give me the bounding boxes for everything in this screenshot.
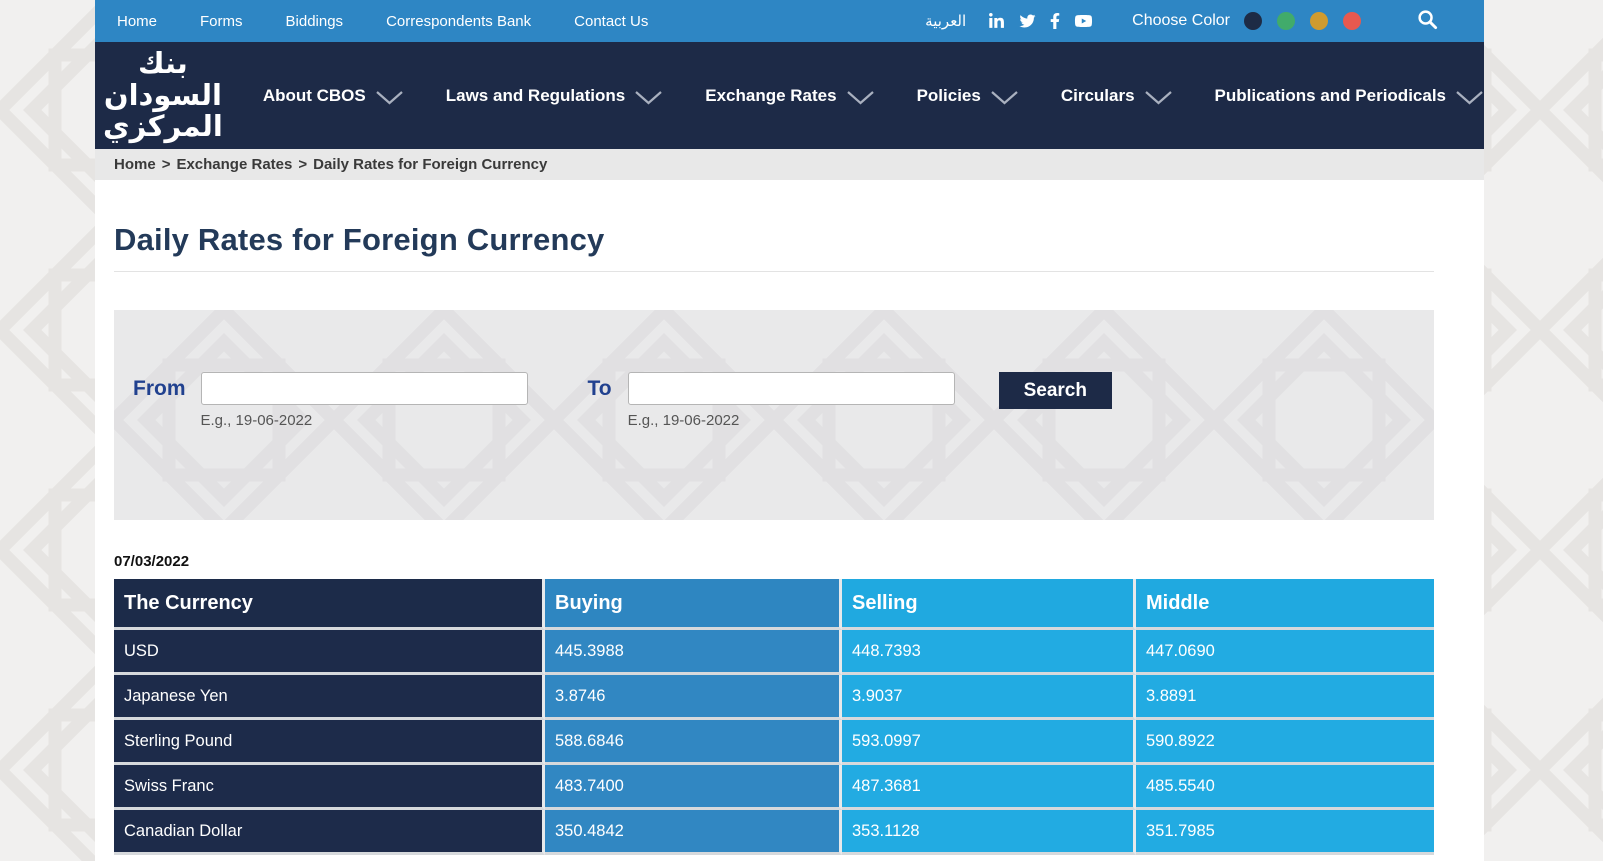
breadcrumb-home[interactable]: Home — [114, 156, 156, 173]
from-date-input[interactable] — [201, 372, 528, 405]
buying-cell: 3.8746 — [545, 675, 842, 720]
table-row: Sterling Pound 588.6846 593.0997 590.892… — [114, 720, 1434, 765]
selling-cell: 487.3681 — [842, 765, 1136, 810]
color-swatches — [1244, 12, 1361, 30]
buying-cell: 350.4842 — [545, 810, 842, 855]
chevron-down-icon — [990, 90, 1019, 105]
nav-item-label: Publications and Periodicals — [1215, 86, 1446, 106]
middle-cell: 590.8922 — [1136, 720, 1434, 765]
middle-cell: 485.5540 — [1136, 765, 1434, 810]
nav-item-laws-and-regulations[interactable]: Laws and Regulations — [446, 86, 663, 106]
nav-menu: About CBOS Laws and Regulations Exchange… — [263, 86, 1484, 106]
column-header-middle: Middle — [1136, 579, 1434, 630]
page-container: Home Forms Biddings Correspondents Bank … — [95, 0, 1484, 861]
breadcrumb-exchange-rates[interactable]: Exchange Rates — [176, 156, 292, 173]
column-header-buying: Buying — [545, 579, 842, 630]
nav-item-policies[interactable]: Policies — [917, 86, 1019, 106]
nav-item-label: Policies — [917, 86, 981, 106]
utility-link-contact-us[interactable]: Contact Us — [574, 13, 648, 30]
chevron-down-icon — [1144, 90, 1173, 105]
page-title: Daily Rates for Foreign Currency — [114, 222, 1434, 258]
youtube-icon[interactable] — [1073, 13, 1094, 29]
title-divider — [114, 271, 1434, 272]
buying-cell: 588.6846 — [545, 720, 842, 765]
rates-table: The Currency Buying Selling Middle USD 4… — [114, 579, 1434, 855]
utility-link-forms[interactable]: Forms — [200, 13, 243, 30]
chevron-down-icon — [634, 90, 663, 105]
nav-item-label: Circulars — [1061, 86, 1135, 106]
filter-row: From E.g., 19-06-2022 To E.g., 19-06-202… — [114, 310, 1434, 429]
currency-cell: USD — [114, 630, 545, 675]
breadcrumb-separator: > — [298, 156, 307, 173]
social-icons — [988, 12, 1094, 30]
table-row: Canadian Dollar 350.4842 353.1128 351.79… — [114, 810, 1434, 855]
color-swatch-navy[interactable] — [1244, 12, 1262, 30]
main-content: Daily Rates for Foreign Currency — [95, 180, 1484, 861]
table-row: Swiss Franc 483.7400 487.3681 485.5540 — [114, 765, 1434, 810]
currency-cell: Japanese Yen — [114, 675, 545, 720]
breadcrumb-separator: > — [162, 156, 171, 173]
search-button[interactable]: Search — [999, 372, 1112, 409]
to-field-group: E.g., 19-06-2022 — [628, 372, 955, 429]
nav-item-label: About CBOS — [263, 86, 366, 106]
nav-item-circulars[interactable]: Circulars — [1061, 86, 1173, 106]
breadcrumb: Home > Exchange Rates > Daily Rates for … — [95, 149, 1484, 180]
column-header-selling: Selling — [842, 579, 1136, 630]
date-filter-panel: From E.g., 19-06-2022 To E.g., 19-06-202… — [114, 310, 1434, 520]
utility-link-home[interactable]: Home — [117, 13, 157, 30]
to-date-hint: E.g., 19-06-2022 — [628, 412, 955, 429]
choose-color-label: Choose Color — [1132, 12, 1230, 30]
selling-cell: 3.9037 — [842, 675, 1136, 720]
utility-links: Home Forms Biddings Correspondents Bank … — [117, 13, 648, 30]
nav-item-exchange-rates[interactable]: Exchange Rates — [705, 86, 874, 106]
from-field-group: E.g., 19-06-2022 — [201, 372, 528, 429]
utility-bar: Home Forms Biddings Correspondents Bank … — [95, 0, 1484, 42]
language-switch-arabic[interactable]: العربية — [925, 12, 966, 30]
table-row: USD 445.3988 448.7393 447.0690 — [114, 630, 1434, 675]
utility-link-correspondents-bank[interactable]: Correspondents Bank — [386, 13, 531, 30]
main-navigation: بنك السودان المركزي About CBOS Laws and … — [95, 42, 1484, 149]
currency-cell: Sterling Pound — [114, 720, 545, 765]
middle-cell: 3.8891 — [1136, 675, 1434, 720]
utility-right-group: العربية Choose Color — [925, 8, 1439, 34]
chevron-down-icon — [846, 90, 875, 105]
facebook-icon[interactable] — [1050, 12, 1060, 30]
buying-cell: 445.3988 — [545, 630, 842, 675]
chevron-down-icon — [1455, 90, 1484, 105]
selling-cell: 448.7393 — [842, 630, 1136, 675]
nav-item-about-cbos[interactable]: About CBOS — [263, 86, 404, 106]
table-header-row: The Currency Buying Selling Middle — [114, 579, 1434, 630]
middle-cell: 447.0690 — [1136, 630, 1434, 675]
nav-item-publications-and-periodicals[interactable]: Publications and Periodicals — [1215, 86, 1484, 106]
to-date-input[interactable] — [628, 372, 955, 405]
from-date-hint: E.g., 19-06-2022 — [201, 412, 528, 429]
buying-cell: 483.7400 — [545, 765, 842, 810]
nav-item-label: Exchange Rates — [705, 86, 836, 106]
utility-link-biddings[interactable]: Biddings — [286, 13, 344, 30]
cbos-logo[interactable]: بنك السودان المركزي — [103, 48, 223, 144]
table-row: Japanese Yen 3.8746 3.9037 3.8891 — [114, 675, 1434, 720]
nav-item-label: Laws and Regulations — [446, 86, 625, 106]
column-header-currency: The Currency — [114, 579, 545, 630]
from-label: From — [133, 372, 186, 405]
selling-cell: 353.1128 — [842, 810, 1136, 855]
selling-cell: 593.0997 — [842, 720, 1136, 765]
color-swatch-gold[interactable] — [1310, 12, 1328, 30]
rates-date: 07/03/2022 — [114, 553, 1434, 570]
color-swatch-green[interactable] — [1277, 12, 1295, 30]
to-label: To — [588, 372, 612, 405]
search-icon[interactable] — [1416, 8, 1439, 34]
color-swatch-red[interactable] — [1343, 12, 1361, 30]
twitter-icon[interactable] — [1018, 13, 1037, 29]
middle-cell: 351.7985 — [1136, 810, 1434, 855]
currency-cell: Swiss Franc — [114, 765, 545, 810]
currency-cell: Canadian Dollar — [114, 810, 545, 855]
chevron-down-icon — [375, 90, 404, 105]
linkedin-icon[interactable] — [988, 13, 1005, 30]
breadcrumb-current-page: Daily Rates for Foreign Currency — [313, 156, 547, 173]
